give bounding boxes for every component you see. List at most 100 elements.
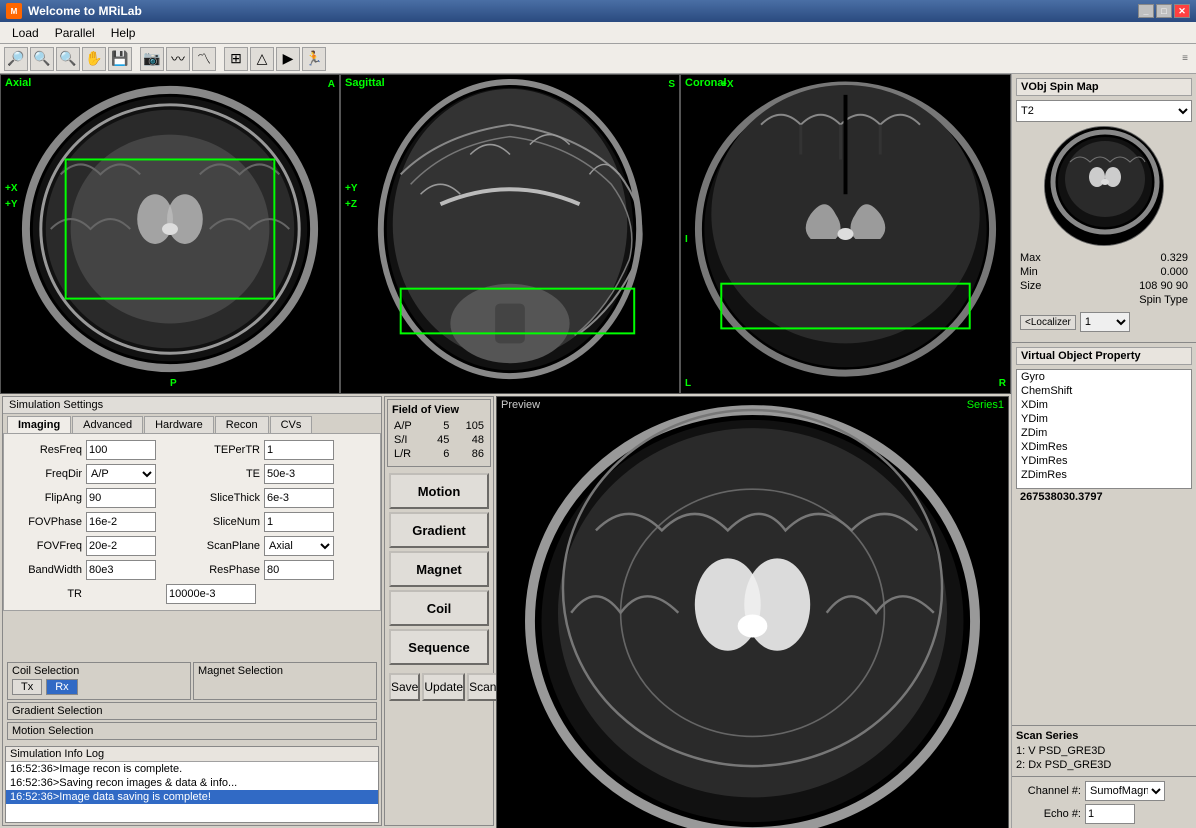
freq-dir-select[interactable]: A/PL/RS/I — [86, 464, 156, 484]
coronal-mri-image — [681, 75, 1010, 393]
sim-log: Simulation Info Log 16:52:36>Image recon… — [5, 746, 379, 823]
menu-parallel[interactable]: Parallel — [47, 24, 103, 42]
gradient-button[interactable]: Gradient — [389, 512, 489, 548]
coronal-corner-l: L — [685, 378, 691, 389]
property-xdim[interactable]: XDim — [1017, 398, 1191, 412]
res-freq-input[interactable] — [86, 440, 156, 460]
vobj-dropdown[interactable]: T2T1PD — [1016, 100, 1192, 122]
log-content: 16:52:36>Image recon is complete. 16:52:… — [6, 762, 378, 822]
property-ydim[interactable]: YDim — [1017, 412, 1191, 426]
size-label: Size — [1020, 280, 1041, 292]
toolbar-btn-pan[interactable]: ✋ — [82, 47, 106, 71]
tr-input[interactable] — [166, 584, 256, 604]
channel-select[interactable]: SumofMagnMagnitudePhase — [1085, 781, 1165, 801]
preview-panel[interactable]: Preview Series1 — [496, 396, 1009, 828]
fov-panel: Field of View A/P 5 105 S/I 45 48 — [387, 399, 491, 467]
fov-phase-input[interactable] — [86, 512, 156, 532]
minimize-button[interactable]: _ — [1138, 4, 1154, 18]
sagittal-panel[interactable]: Sagittal +Y +Z S — [340, 74, 680, 394]
scan-series-title: Scan Series — [1016, 730, 1192, 742]
sagittal-label: Sagittal — [345, 77, 385, 89]
coronal-x-label: +X — [721, 79, 734, 90]
fov-freq-label: FOVFreq — [12, 540, 82, 552]
property-chemshift[interactable]: ChemShift — [1017, 384, 1191, 398]
fov-label-0: A/P — [394, 420, 426, 432]
magnet-selection-group: Magnet Selection — [193, 662, 377, 700]
menu-help[interactable]: Help — [103, 24, 144, 42]
axial-x-label: +X — [5, 183, 18, 194]
toolbar-btn-10[interactable]: ▶ — [276, 47, 300, 71]
channel-label: Channel #: — [1016, 785, 1081, 797]
close-button[interactable]: ✕ — [1174, 4, 1190, 18]
res-phase-input[interactable] — [264, 560, 334, 580]
slice-thick-input[interactable] — [264, 488, 334, 508]
coronal-panel[interactable]: Coronal +X L R I — [680, 74, 1011, 394]
tab-recon[interactable]: Recon — [215, 416, 269, 433]
toolbar-btn-5[interactable]: 📷 — [140, 47, 164, 71]
toolbar-btn-2[interactable]: 🔍 — [30, 47, 54, 71]
te-input[interactable] — [264, 464, 334, 484]
toolbar-end: ≡ — [1182, 53, 1192, 64]
axial-panel[interactable]: Axial +X +Y A P — [0, 74, 340, 394]
menu-load[interactable]: Load — [4, 24, 47, 42]
property-list[interactable]: Gyro ChemShift XDim YDim ZDim XDimRes YD… — [1016, 369, 1192, 489]
property-ydimres[interactable]: YDimRes — [1017, 454, 1191, 468]
toolbar-btn-save[interactable]: 💾 — [108, 47, 132, 71]
update-button[interactable]: Update — [422, 673, 465, 701]
motion-selection-title: Motion Selection — [12, 725, 372, 737]
echo-row: Echo #: — [1016, 804, 1192, 824]
fov-freq-input[interactable] — [86, 536, 156, 556]
axial-corner-a: A — [328, 79, 335, 90]
toolbar-btn-3[interactable]: 🔍 — [56, 47, 80, 71]
maximize-button[interactable]: □ — [1156, 4, 1172, 18]
spin-type-dropdown[interactable]: 123 — [1080, 312, 1130, 332]
min-label: Min — [1020, 266, 1038, 278]
property-zdim[interactable]: ZDim — [1017, 426, 1191, 440]
property-zdimres[interactable]: ZDimRes — [1017, 468, 1191, 482]
toolbar-btn-11[interactable]: 🏃 — [302, 47, 326, 71]
tab-cvs[interactable]: CVs — [270, 416, 313, 433]
fov-phase-label: FOVPhase — [12, 516, 82, 528]
max-label: Max — [1020, 252, 1041, 264]
flip-ang-input[interactable] — [86, 488, 156, 508]
localizer-button[interactable]: <Localizer — [1020, 315, 1076, 330]
te-per-tr-label: TEPerTR — [170, 444, 260, 456]
toolbar-btn-1[interactable]: 🔎 — [4, 47, 28, 71]
slice-num-input[interactable] — [264, 512, 334, 532]
motion-button[interactable]: Motion — [389, 473, 489, 509]
min-value: 0.000 — [1160, 266, 1188, 278]
coil-rx-btn[interactable]: Rx — [46, 679, 77, 695]
coil-tx-btn[interactable]: Tx — [12, 679, 42, 695]
tab-imaging[interactable]: Imaging — [7, 416, 71, 433]
property-value: 267538030.3797 — [1016, 489, 1192, 505]
fov-row-0: A/P 5 105 — [394, 420, 484, 432]
property-gyro[interactable]: Gyro — [1017, 370, 1191, 384]
slice-num-label: SliceNum — [170, 516, 260, 528]
magnet-button[interactable]: Magnet — [389, 551, 489, 587]
tab-advanced[interactable]: Advanced — [72, 416, 143, 433]
property-xdimres[interactable]: XDimRes — [1017, 440, 1191, 454]
preview-series: Series1 — [967, 399, 1004, 411]
toolbar-btn-9[interactable]: △ — [250, 47, 274, 71]
sagittal-x-label: +Y — [345, 183, 358, 194]
echo-label: Echo #: — [1016, 808, 1081, 820]
save-button[interactable]: Save — [389, 673, 420, 701]
fov-val1-1: 45 — [428, 434, 450, 446]
bandwidth-label: BandWidth — [12, 564, 82, 576]
coil-selection-title: Coil Selection — [12, 665, 186, 677]
toolbar-btn-8[interactable]: ⊞ — [224, 47, 248, 71]
echo-input[interactable] — [1085, 804, 1135, 824]
freq-dir-label: FreqDir — [12, 468, 82, 480]
axial-y-label: +Y — [5, 199, 18, 210]
bandwidth-input[interactable] — [86, 560, 156, 580]
te-per-tr-input[interactable] — [264, 440, 334, 460]
axial-label: Axial — [5, 77, 31, 89]
toolbar-btn-6[interactable]: 〰 — [166, 47, 190, 71]
sim-tabs: Imaging Advanced Hardware Recon CVs — [3, 414, 381, 433]
scan-plane-select[interactable]: AxialSagittalCoronal — [264, 536, 334, 556]
coil-button[interactable]: Coil — [389, 590, 489, 626]
tab-hardware[interactable]: Hardware — [144, 416, 214, 433]
toolbar-btn-7[interactable]: 〽 — [192, 47, 216, 71]
size-value: 108 90 90 — [1139, 280, 1188, 292]
sequence-button[interactable]: Sequence — [389, 629, 489, 665]
